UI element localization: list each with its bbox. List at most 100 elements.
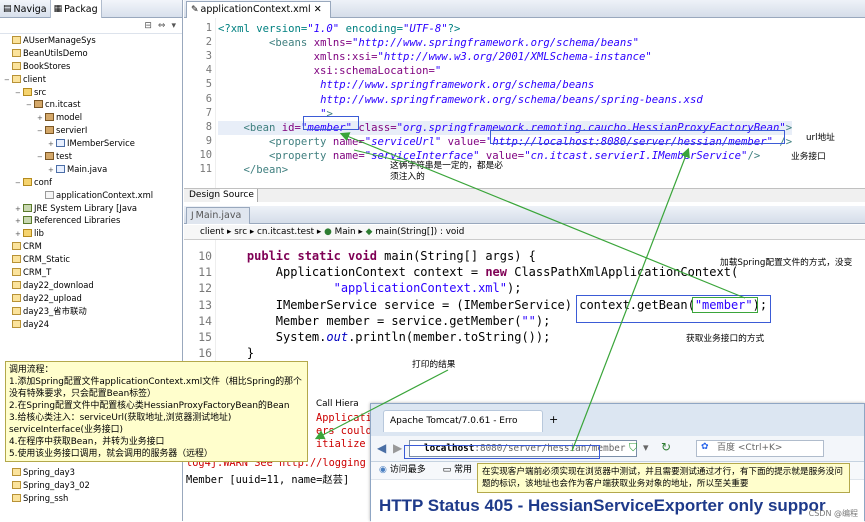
tree-item[interactable]: + IMemberService <box>0 137 182 150</box>
tree-item-label: servierI <box>56 125 88 136</box>
tree-item[interactable]: CRM_Static <box>0 253 182 266</box>
tab-call-hierarchy[interactable]: Call Hiera <box>316 398 359 410</box>
step-2: 2.在Spring配置文件中配置核心类HessianProxyFactoryBe… <box>9 401 290 411</box>
tree-item[interactable]: + lib <box>0 227 182 240</box>
java-code-line: Member member = service.getMember(""); <box>218 313 551 328</box>
back-icon[interactable]: ◀ <box>377 441 386 455</box>
bookmark-most-visited[interactable]: 访问最多 <box>390 465 426 475</box>
collapse-all-icon[interactable]: ⊟ <box>144 21 152 31</box>
xml-code-line: <?xml version="1.0" encoding="UTF-8"?> <box>218 23 461 35</box>
tree-item[interactable]: + Referenced Libraries <box>0 214 182 227</box>
tree-item-label: day22_download <box>23 279 94 290</box>
tree-item[interactable]: − conf <box>0 176 182 189</box>
browser-tab[interactable]: Apache Tomcat/7.0.61 - Erro <box>383 410 543 432</box>
tree-item[interactable]: + model <box>0 111 182 124</box>
left-view-toolbar: ⊟ ⇔ ▾ <box>0 18 182 34</box>
tree-item-label: Spring_ssh <box>23 492 69 503</box>
breadcrumb-package[interactable]: cn.itcast.test <box>257 227 314 237</box>
proj-icon <box>12 36 21 44</box>
tab-navigator[interactable]: ▤ Naviga <box>0 0 51 18</box>
forward-icon[interactable]: ▶ <box>393 441 402 455</box>
tree-item[interactable]: + Main.java <box>0 163 182 176</box>
line-number: 1 <box>205 22 212 34</box>
proj-icon <box>12 306 21 315</box>
new-tab-icon[interactable]: + <box>549 413 558 426</box>
tab-design[interactable]: Design <box>186 189 225 202</box>
proj-icon <box>12 255 21 264</box>
tree-item[interactable]: CRM_T <box>0 266 182 279</box>
java-code-line: public static void main(String[] args) { <box>246 249 536 263</box>
project-tree: AUserManageSys BeanUtilsDemo BookStores − cl… <box>0 34 182 330</box>
tree-item-label: CRM_Static <box>23 254 71 265</box>
proj-icon <box>12 48 21 57</box>
spring-load-note: 加载Spring配置文件的方式，没变 <box>720 258 853 268</box>
xml-code-line: xmlns:xsi="http://www.w3.org/2001/XMLSch… <box>313 51 652 64</box>
tree-item-label: BookStores <box>23 60 71 71</box>
tree-item[interactable]: Spring_ssh <box>0 492 182 505</box>
http-status-heading: HTTP Status 405 - HessianServiceExporter… <box>379 496 826 515</box>
xml-code-line: xsi:schemaLocation=" <box>313 65 442 78</box>
tree-item-label: JRE System Library [Java <box>34 202 138 213</box>
tree-item[interactable]: − client <box>0 73 182 86</box>
tree-item[interactable]: day23_省市联动 <box>0 305 182 318</box>
proj-icon <box>12 468 21 476</box>
tree-item[interactable]: applicationContext.xml <box>0 189 182 202</box>
tree-item[interactable]: AUserManageSys <box>0 34 182 47</box>
step-1: 1.添加Spring配置文件applicationContext.xml文件（相… <box>9 377 302 399</box>
bookmark-frequent[interactable]: 常用 <box>454 465 472 475</box>
breadcrumb-class[interactable]: Main <box>335 227 356 237</box>
tree-item-label: cn.itcast <box>45 99 81 110</box>
xml-design-source-tabs: Design Source <box>184 188 865 202</box>
pkg-icon <box>45 126 54 135</box>
line-number: 10 <box>198 249 212 263</box>
tree-item[interactable]: day22_upload <box>0 292 182 305</box>
tree-item[interactable]: − test <box>0 150 182 163</box>
steps-title: 调用流程： <box>9 365 54 375</box>
line-number: 9 <box>205 134 212 147</box>
tree-item[interactable]: Spring_day3 <box>0 466 182 479</box>
pkg-icon <box>34 100 43 109</box>
tree-item-label: conf <box>34 176 52 187</box>
java-code-line: ApplicationContext context = new ClassPa… <box>218 265 739 280</box>
lib-icon <box>23 216 32 225</box>
getbean-member-highlight <box>692 297 758 313</box>
view-menu-icon[interactable]: ▾ <box>171 21 176 31</box>
left-view-tabs: ▤ Naviga ▦ Packag <box>0 0 182 18</box>
tab-package-explorer[interactable]: ▦ Packag <box>50 0 102 18</box>
tree-item[interactable]: day22_download <box>0 279 182 292</box>
xml-source-editor[interactable]: 1 2 3 4 5 6 7 8 9 10 11 <?xml version="1.0" encodi… <box>184 18 865 188</box>
tree-item[interactable]: BeanUtilsDemo <box>0 47 182 60</box>
tree-item[interactable]: BookStores <box>0 60 182 73</box>
tree-item[interactable]: − src <box>0 86 182 99</box>
tree-item[interactable]: day24 <box>0 318 182 331</box>
close-icon[interactable]: ✕ <box>314 4 322 15</box>
tree-item[interactable]: CRM <box>0 240 182 253</box>
lib-icon <box>23 203 32 212</box>
tab-main-java[interactable]: J Main.java <box>186 207 251 224</box>
tree-item[interactable]: − cn.itcast <box>0 98 182 111</box>
line-number: 7 <box>205 106 212 119</box>
search-input[interactable]: 百度 <Ctrl+K> <box>696 440 824 457</box>
reload-icon[interactable]: ↻ <box>661 440 671 454</box>
browser-window: Apache Tomcat/7.0.61 - Erro + ◀ ▶ localh… <box>370 403 865 522</box>
pkg-icon <box>45 113 54 122</box>
breadcrumb-method[interactable]: main(String[]) : void <box>375 227 464 237</box>
console-line: ers could <box>316 425 372 437</box>
tree-item[interactable]: Spring_day3_02 <box>0 479 182 492</box>
link-editor-icon[interactable]: ⇔ <box>158 21 166 31</box>
tab-source[interactable]: Source <box>220 189 258 202</box>
member-id-highlight <box>303 116 359 130</box>
tab-applicationcontext-xml[interactable]: ✎ applicationContext.xml ✕ <box>186 1 331 18</box>
breadcrumb-src[interactable]: src <box>234 227 247 237</box>
getbean-note: 获取业务接口的方式 <box>686 334 765 344</box>
tree-item-label: Spring_day3_02 <box>23 479 90 490</box>
xml-code-line: <beans xmlns="http://www.springframework… <box>269 37 639 50</box>
tree-item[interactable]: − servierI <box>0 124 182 137</box>
tree-item-label: Main.java <box>67 163 108 174</box>
proj-icon <box>12 280 21 289</box>
step-5: 5.使用该业务接口调用，就会调用的服务器（远程） <box>9 449 213 459</box>
tree-item-label: day23_省市联动 <box>23 305 87 316</box>
tree-item[interactable]: + JRE System Library [Java <box>0 202 182 215</box>
breadcrumb-project[interactable]: client <box>200 227 224 237</box>
dropdown-icon[interactable]: ▾ <box>643 441 649 454</box>
